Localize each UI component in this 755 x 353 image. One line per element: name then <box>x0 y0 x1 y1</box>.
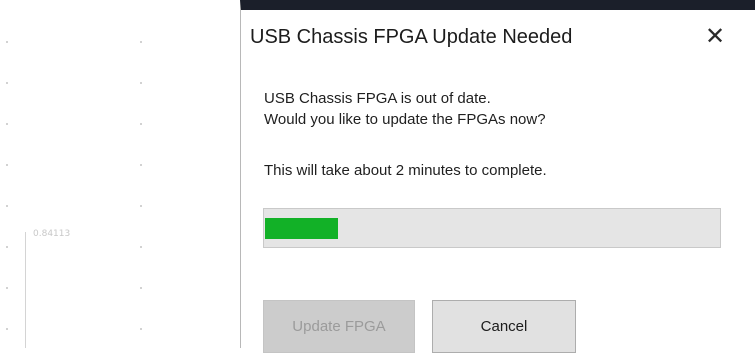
grid-dot <box>6 164 8 166</box>
duration-text: This will take about 2 minutes to comple… <box>264 162 547 179</box>
grid-dot <box>6 287 8 289</box>
grid-dot <box>6 123 8 125</box>
close-icon[interactable]: ✕ <box>702 24 728 50</box>
cancel-button[interactable]: Cancel <box>432 300 576 353</box>
background-value-label: 0.84113 <box>33 229 71 239</box>
update-fpga-button[interactable]: Update FPGA <box>263 300 415 353</box>
grid-dot <box>6 41 8 43</box>
dialog-title: USB Chassis FPGA Update Needed <box>250 26 573 48</box>
grid-dot <box>6 328 8 330</box>
grid-dot <box>140 328 142 330</box>
message-line-2: Would you like to update the FPGAs now? <box>264 111 546 128</box>
grid-dot <box>140 246 142 248</box>
progress-bar <box>263 208 721 248</box>
grid-dot <box>140 82 142 84</box>
grid-dot <box>6 246 8 248</box>
progress-fill <box>265 218 338 239</box>
grid-dot <box>140 164 142 166</box>
grid-dot <box>6 205 8 207</box>
background-axis-line <box>25 232 26 348</box>
grid-dot <box>140 205 142 207</box>
grid-dot <box>140 123 142 125</box>
fpga-update-dialog: USB Chassis FPGA Update Needed ✕ USB Cha… <box>240 0 755 353</box>
grid-dot <box>140 41 142 43</box>
grid-dot <box>140 287 142 289</box>
grid-dot <box>6 82 8 84</box>
message-line-1: USB Chassis FPGA is out of date. <box>264 90 491 107</box>
